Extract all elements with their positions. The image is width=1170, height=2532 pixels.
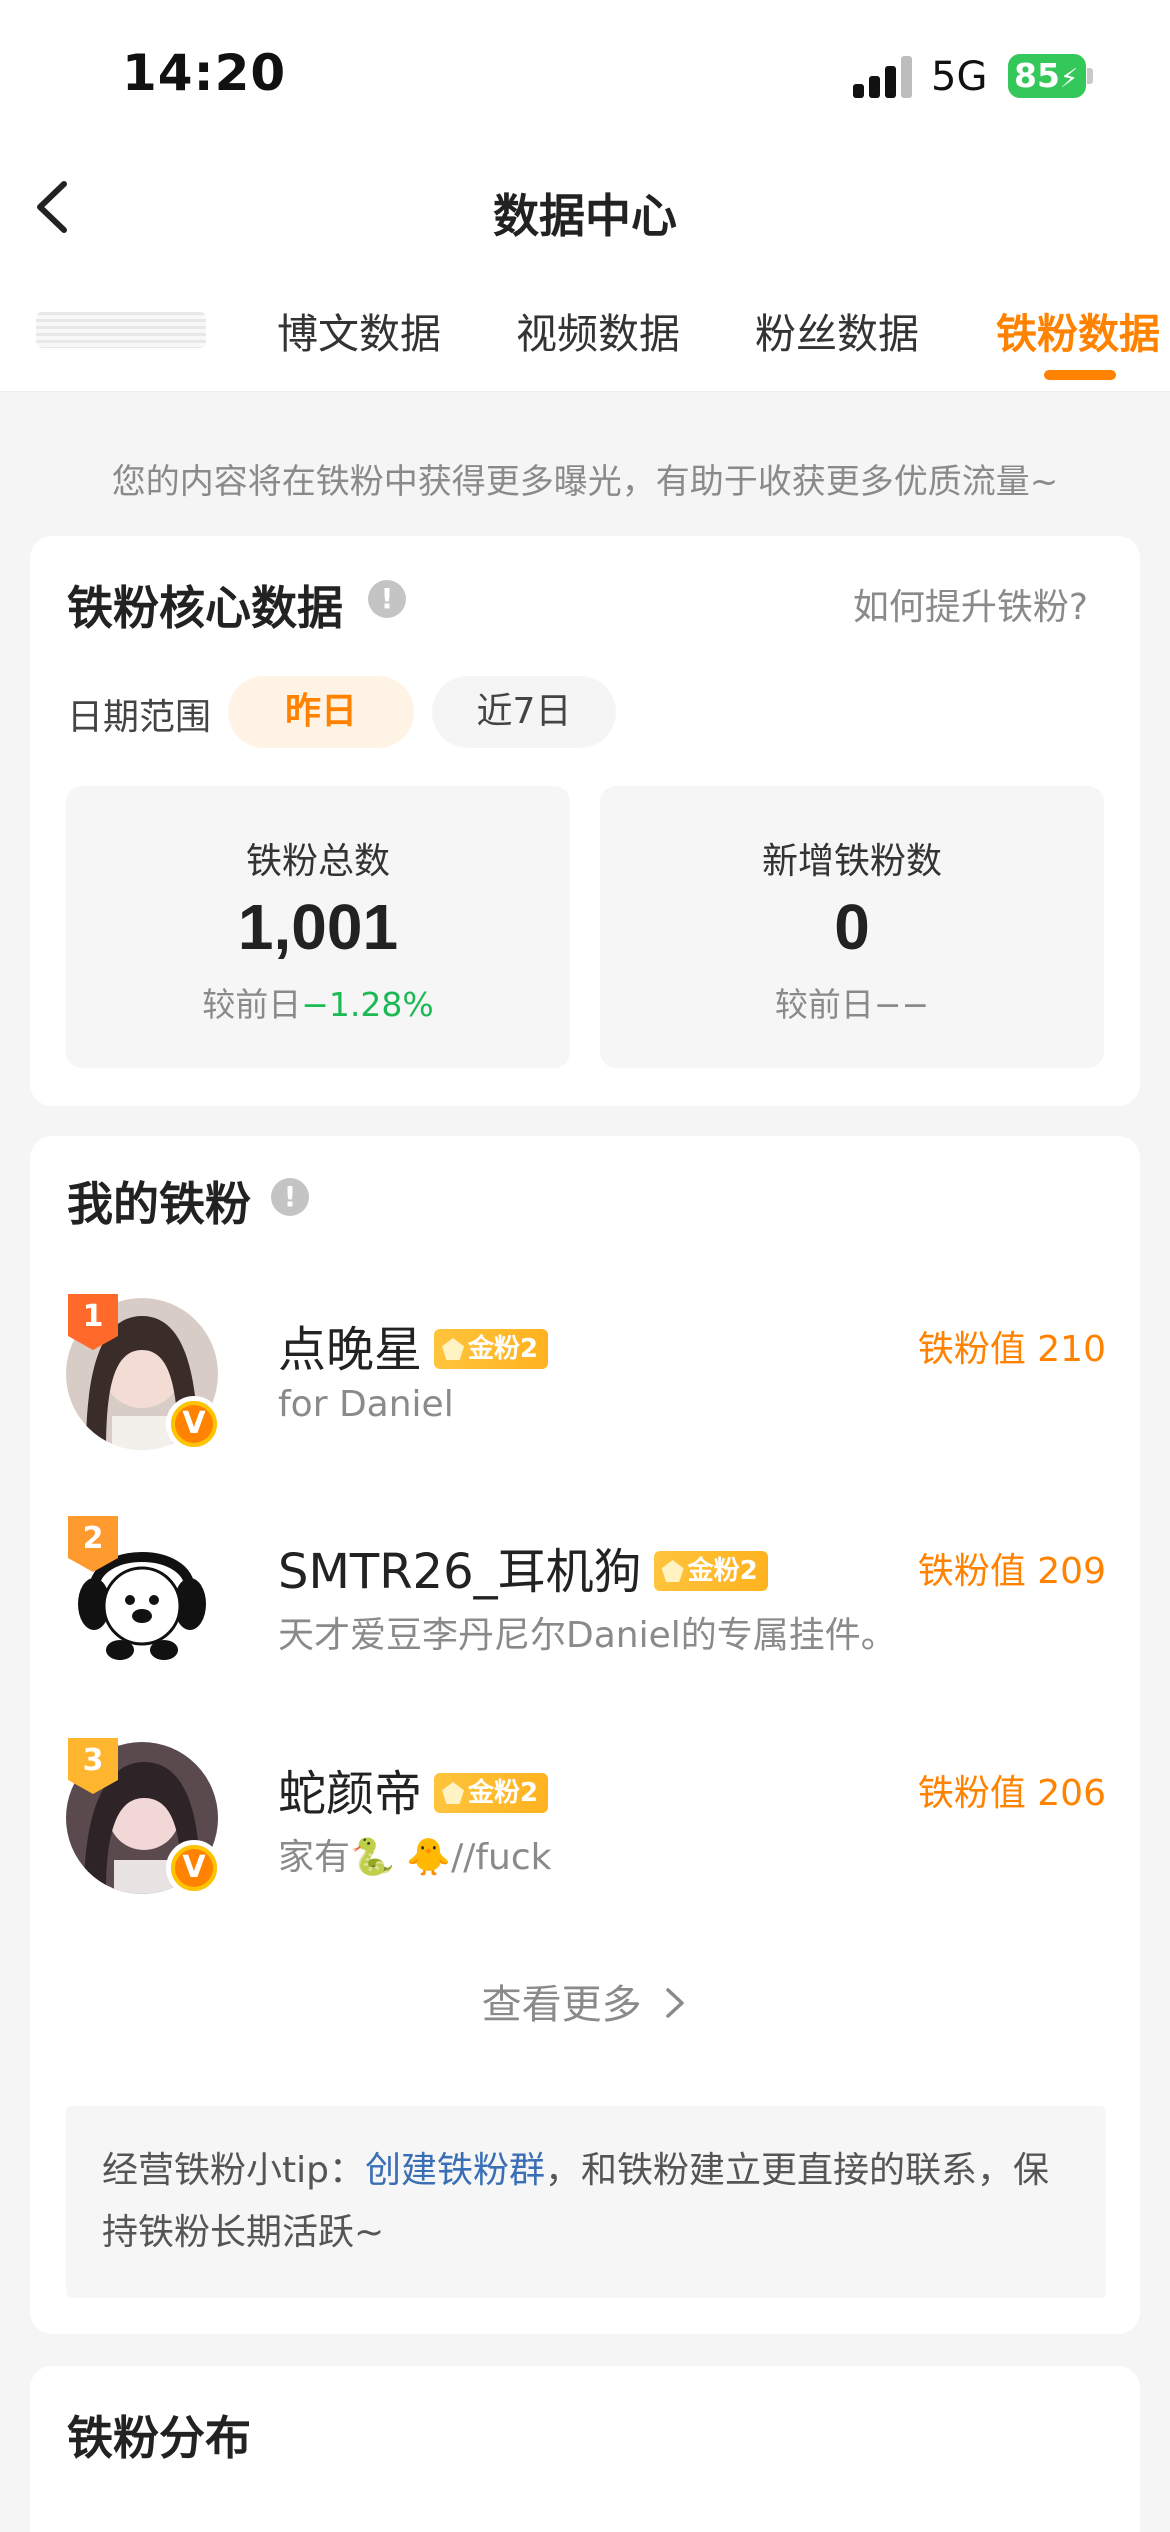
tip-box: 经营铁粉小tip：创建铁粉群，和铁粉建立更直接的联系，保持铁粉长期活跃~ [66,2106,1106,2298]
info-icon[interactable]: ! [368,580,406,618]
fan-score: 铁粉值 206 [917,1773,1106,1814]
page-title: 数据中心 [493,189,677,243]
date-option-yesterday[interactable]: 昨日 [228,676,414,748]
verified-icon: V [166,1840,222,1896]
fan-name-text: 蛇颜帝 [278,1766,423,1822]
compare-prefix: 较前日 [202,985,302,1024]
avatar[interactable]: 2 [66,1516,218,1672]
compare-prefix: 较前日 [774,985,874,1024]
compare-value: −1.28% [301,985,434,1024]
active-tab-indicator [1044,370,1116,380]
fan-desc: 家有🐍 🐥//fuck [278,1837,552,1878]
fan-item[interactable]: 2 SMTR26_耳机狗 金粉2 天才爱豆李丹尼尔Daniel的专属挂件。 铁粉值… [66,1516,1106,1680]
stat-compare: 较前日−− [600,978,1104,1026]
my-fans-title: 我的铁粉 [67,1177,251,1231]
battery-icon: 85⚡ [1008,54,1086,98]
avatar[interactable]: 1 V [66,1294,222,1452]
compare-value: −− [873,985,930,1024]
stat-value: 1,001 [237,891,399,963]
signal-icon [853,56,915,98]
date-range-label: 日期范围 [67,697,212,738]
level-badge: 金粉2 [653,1551,768,1591]
tab-iron-fans-data[interactable]: 铁粉数据 [996,300,1160,360]
fan-name: 蛇颜帝 金粉2 [278,1754,549,1824]
fan-score: 铁粉值 209 [917,1551,1106,1592]
battery-tip [1087,68,1093,84]
stat-value: 0 [834,891,870,963]
my-fans-card: 我的铁粉 ! 1 V 点晚星 金粉2 for Daniel 铁粉值 210 2 … [30,1136,1140,2334]
gem-icon [661,1560,684,1582]
header: 14:20 5G 85⚡ 数据中心 博文数据 视频数据 粉丝数据 铁粉数据 [0,0,1170,392]
stat-label: 新增铁粉数 [761,841,942,882]
fan-desc: for Daniel [278,1384,454,1425]
fan-desc: 天才爱豆李丹尼尔Daniel的专属挂件。 [278,1615,897,1656]
hint-text: 您的内容将在铁粉中获得更多曝光，有助于收获更多优质流量~ [111,462,1059,502]
distribution-title: 铁粉分布 [67,2411,251,2465]
create-fan-group-link[interactable]: 创建铁粉群 [365,2150,545,2191]
fan-item[interactable]: 1 V 点晚星 金粉2 for Daniel 铁粉值 210 [66,1294,1106,1458]
view-more-label: 查看更多 [481,1982,642,2028]
stat-compare: 较前日−1.28% [66,978,570,1026]
fan-score: 铁粉值 210 [917,1329,1106,1370]
fan-name: SMTR26_耳机狗 金粉2 [278,1532,768,1602]
tip-prefix: 经营铁粉小tip： [102,2150,365,2191]
level-text: 金粉2 [687,1556,758,1586]
core-data-card: 铁粉核心数据 ! 如何提升铁粉? 日期范围 昨日 近7日 铁粉总数 1,001 … [30,536,1140,1106]
fan-name-text: SMTR26_耳机狗 [278,1544,642,1600]
view-more-button[interactable]: 查看更多 [30,1972,1140,2030]
core-data-title: 铁粉核心数据 [67,581,343,635]
info-icon[interactable]: ! [271,1178,309,1216]
chevron-right-icon [666,1988,685,2018]
network-type: 5G [931,54,988,100]
status-time: 14:20 [122,44,287,102]
date-option-7days[interactable]: 近7日 [432,676,616,748]
tab-blurred[interactable] [36,312,206,348]
level-text: 金粉2 [468,1778,539,1808]
avatar[interactable]: 3 V [66,1738,222,1896]
tab-video-data[interactable]: 视频数据 [516,300,680,360]
fan-name-text: 点晚星 [278,1322,423,1378]
how-to-increase-link[interactable]: 如何提升铁粉? [853,578,1088,630]
tab-blog-data[interactable]: 博文数据 [277,300,441,360]
gem-icon [442,1782,465,1804]
level-badge: 金粉2 [434,1773,549,1813]
gem-icon [442,1338,465,1360]
stat-total-fans: 铁粉总数 1,001 较前日−1.28% [66,786,570,1068]
verified-icon: V [166,1396,222,1452]
stat-label: 铁粉总数 [245,841,390,882]
distribution-card: 铁粉分布 [30,2366,1140,2532]
level-badge: 金粉2 [434,1329,549,1369]
tab-fans-data[interactable]: 粉丝数据 [755,300,919,360]
fan-name: 点晚星 金粉2 [278,1310,549,1380]
stat-new-fans: 新增铁粉数 0 较前日−− [600,786,1104,1068]
fan-item[interactable]: 3 V 蛇颜帝 金粉2 家有🐍 🐥//fuck 铁粉值 206 [66,1738,1106,1902]
battery-level: 85 [1014,56,1060,95]
level-text: 金粉2 [468,1334,539,1364]
